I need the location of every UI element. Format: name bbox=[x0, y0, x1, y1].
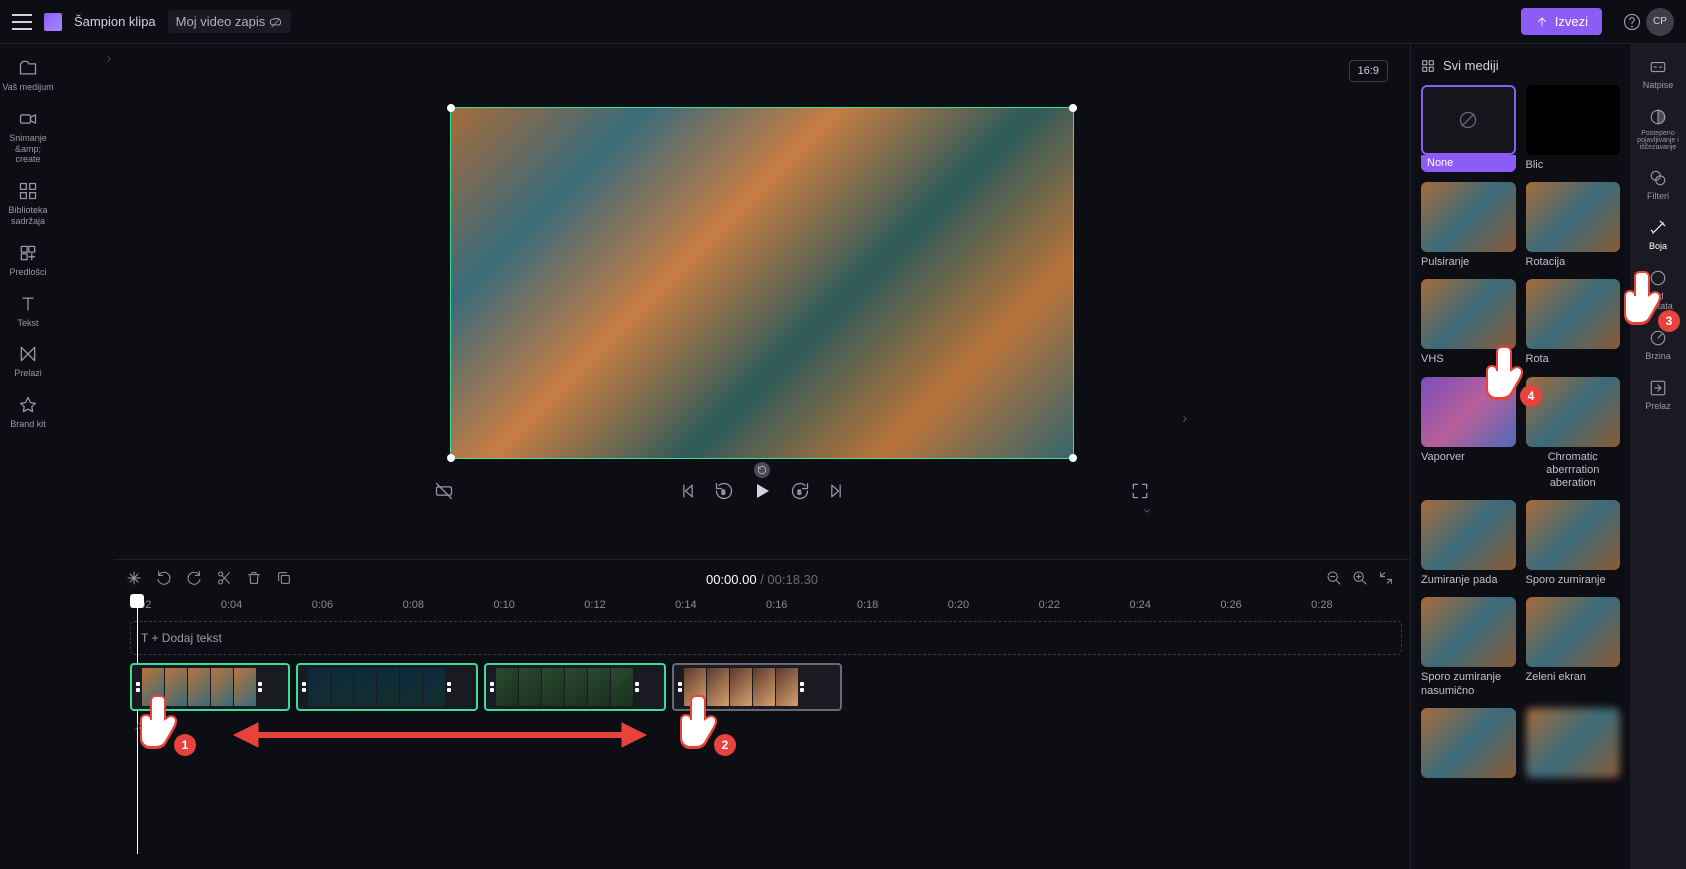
effect-item-rotacija[interactable]: Rotacija bbox=[1526, 182, 1621, 269]
wand-icon bbox=[1649, 219, 1667, 237]
tutorial-hand-4: 4 bbox=[1476, 335, 1536, 405]
tutorial-hand-1: 1 bbox=[130, 684, 190, 754]
preview-canvas[interactable] bbox=[450, 107, 1074, 459]
zoom-in-button[interactable] bbox=[1352, 570, 1368, 589]
speed-icon bbox=[1649, 329, 1667, 347]
effect-item-slow-zoom-random[interactable]: Sporo zumiranje nasumično bbox=[1421, 597, 1516, 697]
sidebar-item-templates[interactable]: Predlošci bbox=[9, 243, 46, 278]
project-name-input[interactable]: Moj video zapis bbox=[168, 10, 292, 33]
undo-button[interactable] bbox=[156, 570, 172, 589]
svg-text:5: 5 bbox=[798, 489, 802, 496]
brandkit-icon bbox=[18, 395, 38, 415]
sparkle-icon[interactable] bbox=[126, 570, 142, 589]
forward-button[interactable]: 5 bbox=[790, 481, 810, 504]
split-button[interactable] bbox=[216, 570, 232, 589]
tutorial-hand-2: 2 bbox=[670, 684, 730, 754]
fit-button[interactable] bbox=[1378, 570, 1394, 589]
rail-item-fade[interactable]: Postepeno pojavljivanje i iščezavanje bbox=[1630, 108, 1686, 151]
collapse-preview-icon[interactable] bbox=[1140, 505, 1154, 519]
sidebar-item-content-library[interactable]: Biblioteka sadržaja bbox=[8, 181, 47, 227]
rewind-button[interactable]: 5 bbox=[714, 481, 734, 504]
folder-icon bbox=[18, 58, 38, 78]
video-clip[interactable] bbox=[296, 663, 478, 711]
sidebar-item-record[interactable]: Snimanje &amp; create bbox=[0, 109, 56, 165]
rail-item-color[interactable]: Boja bbox=[1649, 219, 1667, 251]
sidebar-item-transitions[interactable]: Prelazi bbox=[14, 344, 42, 379]
left-sidebar: Vaš medijum Snimanje &amp; create Biblio… bbox=[0, 44, 56, 869]
captions-icon bbox=[1649, 58, 1667, 76]
effects-panel: Svi mediji None Blic Pulsiranje Rotacija… bbox=[1410, 44, 1630, 869]
redo-button[interactable] bbox=[186, 570, 202, 589]
none-icon bbox=[1458, 110, 1478, 130]
app-logo bbox=[44, 13, 62, 31]
zoom-out-button[interactable] bbox=[1326, 570, 1342, 589]
sidebar-item-text[interactable]: Tekst bbox=[17, 294, 38, 329]
tracks-area: T + Dodaj tekst bbox=[130, 621, 1402, 735]
sidebar-item-brandkit[interactable]: Brand kit bbox=[10, 395, 46, 430]
preview-area: 16:9 5 5 bbox=[114, 44, 1410, 559]
player-controls: 5 5 bbox=[114, 459, 1410, 526]
rail-item-transition[interactable]: Prelaz bbox=[1645, 379, 1671, 411]
effect-item-none[interactable]: None bbox=[1421, 85, 1516, 172]
effect-thumb bbox=[1421, 85, 1516, 155]
effect-item[interactable] bbox=[1526, 708, 1621, 778]
upload-icon bbox=[1535, 15, 1549, 29]
camera-icon bbox=[18, 109, 38, 129]
duplicate-button[interactable] bbox=[276, 570, 292, 589]
user-avatar[interactable]: CP bbox=[1646, 8, 1674, 36]
transitions-icon bbox=[18, 344, 38, 364]
export-button[interactable]: Izvezi bbox=[1521, 8, 1602, 35]
effect-item-blic[interactable]: Blic bbox=[1526, 85, 1621, 172]
effect-item-rota[interactable]: Rota bbox=[1526, 279, 1621, 366]
resize-handle[interactable] bbox=[1069, 104, 1077, 112]
templates-icon bbox=[18, 243, 38, 263]
timeline-toolbar: 00:00.00 / 00:18.30 bbox=[122, 560, 1402, 599]
effect-item[interactable] bbox=[1421, 708, 1516, 778]
text-track-add[interactable]: T + Dodaj tekst bbox=[130, 621, 1402, 655]
effect-item-zoom-drop[interactable]: Zumiranje pada bbox=[1421, 500, 1516, 587]
right-rail: Natpise Postepeno pojavljivanje i iščeza… bbox=[1630, 44, 1686, 869]
rail-item-captions[interactable]: Natpise bbox=[1643, 58, 1674, 90]
help-icon[interactable] bbox=[1618, 8, 1646, 36]
expand-right-panel-icon[interactable] bbox=[1180, 412, 1190, 429]
effects-panel-title: Svi mediji bbox=[1421, 58, 1620, 73]
video-track bbox=[130, 663, 1402, 711]
tutorial-hand-3: 3 bbox=[1614, 260, 1674, 330]
effect-item-pulsiranje[interactable]: Pulsiranje bbox=[1421, 182, 1516, 269]
text-icon bbox=[18, 294, 38, 314]
tutorial-arrow-horizontal bbox=[230, 720, 650, 753]
play-button[interactable] bbox=[750, 479, 774, 506]
grid-icon bbox=[1421, 59, 1435, 73]
time-ruler[interactable]: 0:02 0:04 0:06 0:08 0:10 0:12 0:14 0:16 … bbox=[130, 599, 1402, 621]
topbar: Šampion klipa Moj video zapis Izvezi CP bbox=[0, 0, 1686, 44]
app-name: Šampion klipa bbox=[74, 14, 156, 29]
transition-icon bbox=[1649, 379, 1667, 397]
aspect-ratio-button[interactable]: 16:9 bbox=[1349, 60, 1388, 82]
prev-frame-button[interactable] bbox=[678, 481, 698, 504]
timeline: 00:00.00 / 00:18.30 0:02 0:04 0:06 0:08 … bbox=[114, 559, 1410, 869]
fade-icon bbox=[1649, 108, 1667, 126]
fullscreen-button[interactable] bbox=[1130, 481, 1150, 504]
effect-item-green-screen[interactable]: Zeleni ekran bbox=[1526, 597, 1621, 697]
svg-text:5: 5 bbox=[722, 489, 726, 496]
time-display: 00:00.00 / 00:18.30 bbox=[706, 572, 818, 587]
resize-handle[interactable] bbox=[447, 104, 455, 112]
cloud-sync-icon bbox=[269, 15, 283, 29]
filters-icon bbox=[1649, 169, 1667, 187]
delete-button[interactable] bbox=[246, 570, 262, 589]
next-frame-button[interactable] bbox=[826, 481, 846, 504]
video-clip[interactable] bbox=[484, 663, 666, 711]
library-icon bbox=[18, 181, 38, 201]
rail-item-filters[interactable]: Filteri bbox=[1647, 169, 1669, 201]
hide-bars-icon[interactable] bbox=[434, 481, 454, 504]
expand-left-icon[interactable] bbox=[104, 52, 114, 861]
sidebar-item-your-media[interactable]: Vaš medijum bbox=[2, 58, 53, 93]
menu-button[interactable] bbox=[12, 14, 32, 30]
rail-item-speed[interactable]: Brzina bbox=[1645, 329, 1671, 361]
effects-grid: None Blic Pulsiranje Rotacija VHS Rota V… bbox=[1421, 85, 1620, 778]
effect-item-slow-zoom[interactable]: Sporo zumiranje bbox=[1526, 500, 1621, 587]
